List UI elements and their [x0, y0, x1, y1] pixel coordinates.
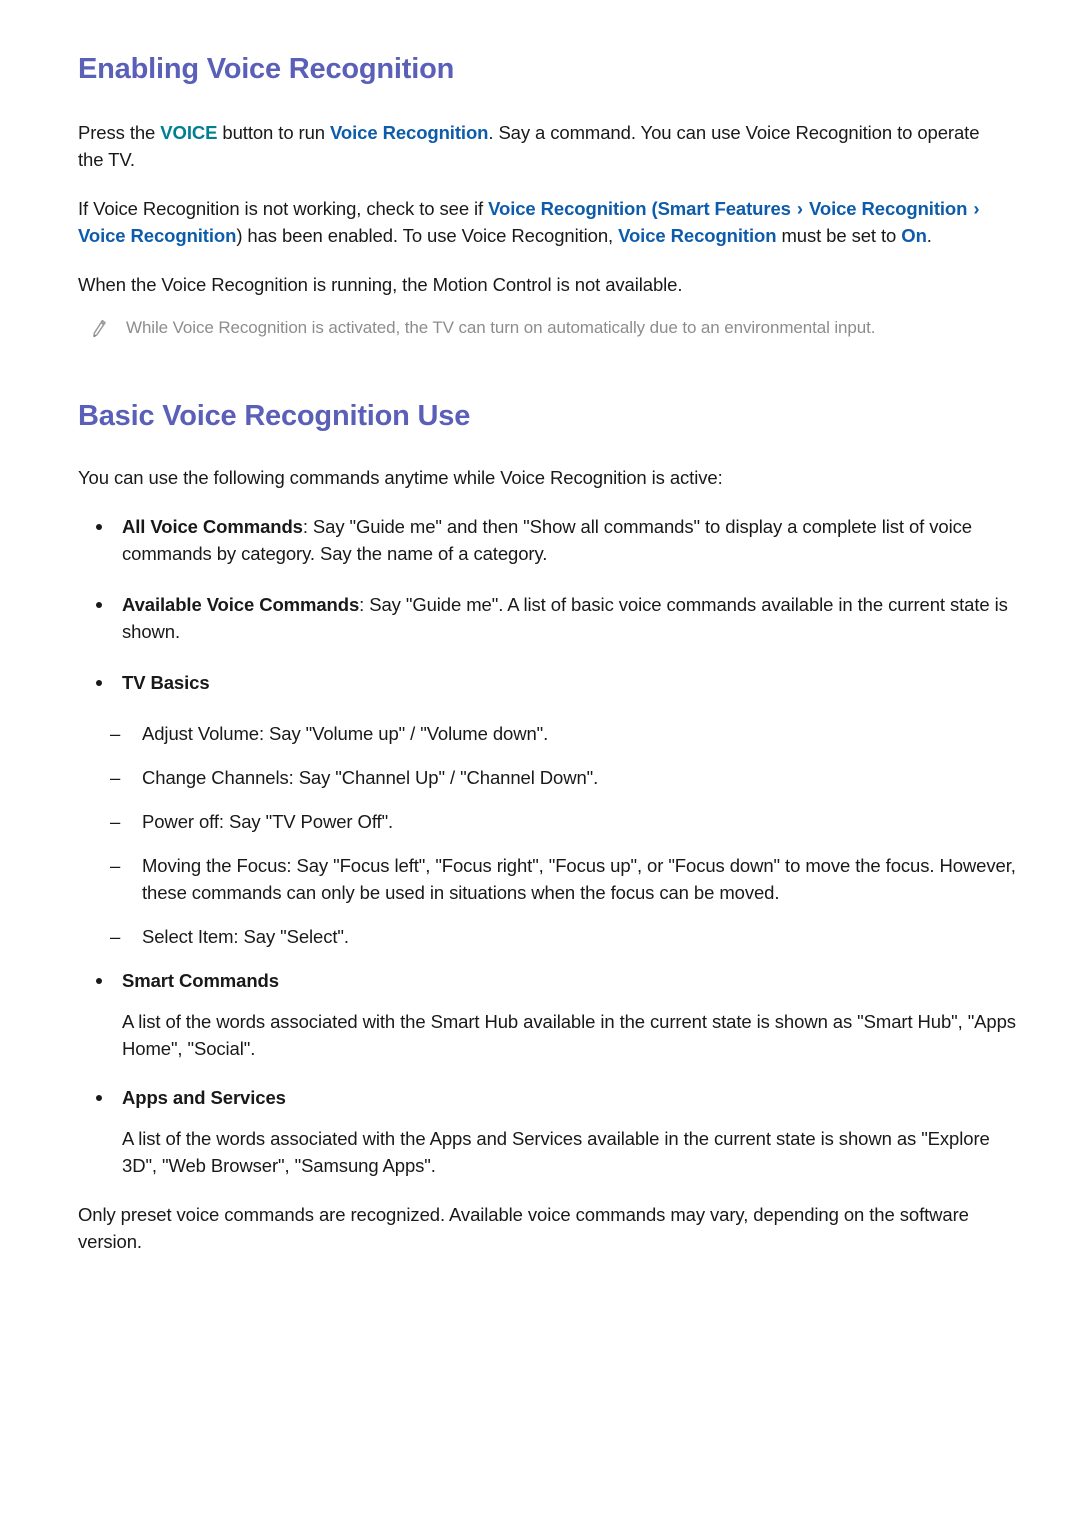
list-item: All Voice Commands: Say "Guide me" and t…	[78, 513, 1020, 567]
list-item: TV Basics	[78, 669, 1020, 696]
section-title-basic-use: Basic Voice Recognition Use	[78, 399, 471, 432]
link-smart-features[interactable]: Smart Features	[658, 198, 791, 219]
text-fragment: If Voice Recognition is not working, che…	[78, 197, 489, 219]
bullet-term: All Voice Commands	[122, 515, 303, 537]
paragraph-press-voice: Press the VOICE button to run Voice Reco…	[78, 119, 998, 173]
note-text: While Voice Recognition is activated, th…	[126, 317, 876, 337]
pencil-icon	[86, 317, 112, 343]
paragraph-intro: You can use the following commands anyti…	[78, 466, 723, 488]
text-fragment: button to run	[217, 121, 331, 143]
bullet-term: Smart Commands	[122, 969, 279, 991]
list-item: Moving the Focus: Say "Focus left", "Foc…	[78, 852, 1020, 906]
smart-commands-bullet: Smart Commands	[78, 967, 1020, 994]
paragraph-not-working: If Voice Recognition is not working, che…	[78, 195, 998, 249]
bullet-term: Apps and Services	[122, 1086, 286, 1108]
tv-basics-sub-list: Adjust Volume: Say "Volume up" / "Volume…	[78, 720, 1020, 950]
list-item: Adjust Volume: Say "Volume up" / "Volume…	[78, 720, 1020, 747]
text-fragment: must be set to	[776, 224, 902, 246]
voice-command-bullet-list: All Voice Commands: Say "Guide me" and t…	[78, 513, 1020, 696]
chevron-right-icon: ›	[973, 197, 980, 219]
apps-and-services-bullet: Apps and Services	[78, 1084, 1020, 1111]
link-voice-recognition[interactable]: Voice Recognition	[488, 198, 646, 219]
link-on[interactable]: On	[901, 225, 927, 246]
text-fragment: has been enabled. To use Voice Recogniti…	[242, 224, 619, 246]
link-voice-recognition[interactable]: Voice Recognition	[78, 225, 236, 246]
paragraph-apps-services-body: A list of the words associated with the …	[122, 1127, 990, 1176]
paragraph-closing-note: Only preset voice commands are recognize…	[78, 1203, 969, 1252]
list-item: Available Voice Commands: Say "Guide me"…	[78, 591, 1020, 645]
list-item: Change Channels: Say "Channel Up" / "Cha…	[78, 764, 1020, 791]
voice-button-keyword[interactable]: VOICE	[160, 122, 217, 143]
list-item: Power off: Say "TV Power Off".	[78, 808, 1020, 835]
text-fragment: .	[926, 224, 932, 246]
chevron-right-icon: ›	[796, 197, 803, 219]
list-item: Select Item: Say "Select".	[78, 923, 1020, 950]
bullet-term: Available Voice Commands	[122, 593, 360, 615]
document-page: Enabling Voice Recognition Press the VOI…	[0, 0, 1080, 1255]
link-voice-recognition[interactable]: Voice Recognition	[809, 198, 967, 219]
page-title: Enabling Voice Recognition	[78, 53, 455, 85]
link-voice-recognition[interactable]: Voice Recognition	[330, 122, 488, 143]
link-voice-recognition[interactable]: Voice Recognition	[618, 225, 776, 246]
bullet-term: TV Basics	[122, 671, 210, 693]
paragraph-motion-control: When the Voice Recognition is running, t…	[78, 273, 683, 295]
list-item: Apps and Services	[78, 1084, 1020, 1111]
paragraph-smart-commands-body: A list of the words associated with the …	[122, 1010, 1016, 1059]
note-callout: While Voice Recognition is activated, th…	[86, 316, 1020, 343]
list-item: Smart Commands	[78, 967, 1020, 994]
text-fragment: Press the	[78, 121, 161, 143]
